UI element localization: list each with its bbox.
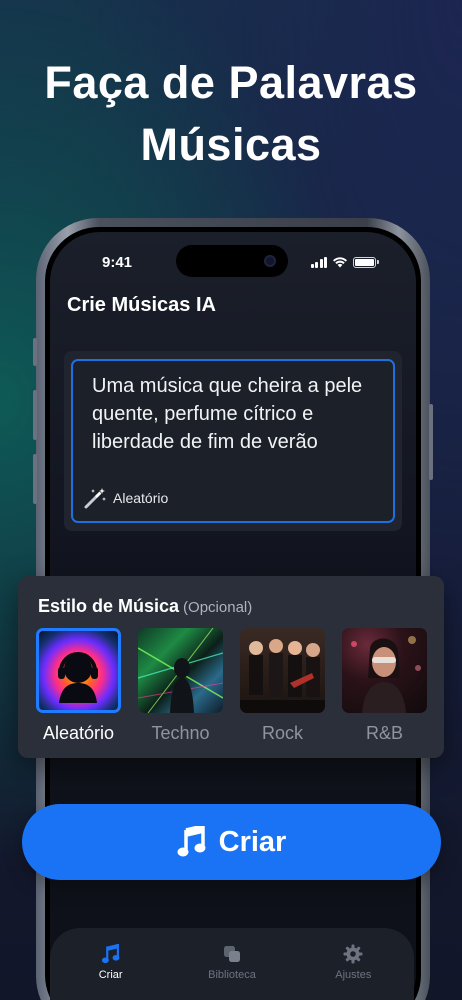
style-label-techno: Techno — [151, 723, 210, 743]
tab-settings[interactable]: Ajustes — [303, 944, 403, 1000]
magic-wand-icon — [84, 488, 106, 509]
music-note-icon — [177, 826, 206, 857]
phone-action-button — [33, 338, 37, 366]
create-button-label: Criar — [218, 825, 287, 858]
signal-icon — [310, 256, 327, 268]
status-time: 9:41 — [102, 254, 133, 271]
phone-volume-down — [33, 454, 37, 504]
style-title-text: Estilo de Música — [38, 596, 180, 616]
headline-line-2: Músicas — [140, 119, 322, 170]
random-prompt-button[interactable]: Aleatório — [83, 487, 168, 509]
tab-library-label: Biblioteca — [208, 969, 256, 981]
style-option-rock[interactable]: Rock — [240, 628, 325, 744]
tab-create[interactable]: Criar — [61, 944, 161, 1000]
style-section-title: Estilo de Música (Opcional) — [38, 596, 252, 617]
battery-icon — [353, 256, 379, 268]
phone-volume-up — [33, 390, 37, 440]
style-label-rnb: R&B — [365, 723, 403, 743]
style-thumb-rock — [240, 628, 325, 713]
prompt-card: Uma música que cheira a pele quente, per… — [64, 351, 402, 531]
status-icons — [310, 256, 379, 268]
tab-settings-label: Ajustes — [335, 969, 372, 981]
dynamic-island — [176, 245, 288, 277]
wifi-icon — [333, 257, 347, 268]
prompt-text[interactable]: Uma música que cheira a pele quente, per… — [92, 372, 382, 456]
style-optional-label: (Opcional) — [183, 599, 253, 616]
style-label-rock: Rock — [261, 723, 303, 743]
style-thumb-techno — [138, 628, 223, 713]
style-option-techno[interactable]: Techno — [138, 628, 223, 744]
create-button[interactable]: Criar — [22, 804, 441, 880]
style-thumb-random — [36, 628, 121, 713]
tab-library[interactable]: Biblioteca — [182, 944, 282, 1000]
style-thumb-rnb — [342, 628, 427, 713]
gear-icon — [343, 944, 363, 964]
music-style-card: Estilo de Música (Opcional) Aleatório Te… — [18, 576, 444, 758]
app-title: Crie Músicas IA — [67, 294, 216, 316]
random-label: Aleatório — [113, 490, 169, 506]
headline-line-1: Faça de Palavras — [44, 57, 418, 108]
library-icon — [223, 946, 240, 962]
prompt-input[interactable]: Uma música que cheira a pele quente, per… — [71, 359, 395, 523]
style-label-random: Aleatório — [42, 723, 115, 743]
style-option-rnb[interactable]: R&B — [342, 628, 427, 744]
style-options: Aleatório Techno Rock R&B — [36, 628, 427, 744]
tab-bar: Criar Biblioteca Ajustes — [50, 928, 414, 1000]
style-option-random[interactable]: Aleatório — [36, 628, 121, 744]
phone-power-button — [429, 404, 433, 480]
music-note-icon — [101, 944, 120, 964]
promo-headline: Faça de Palavras Músicas — [0, 52, 462, 176]
tab-create-label: Criar — [98, 969, 123, 981]
